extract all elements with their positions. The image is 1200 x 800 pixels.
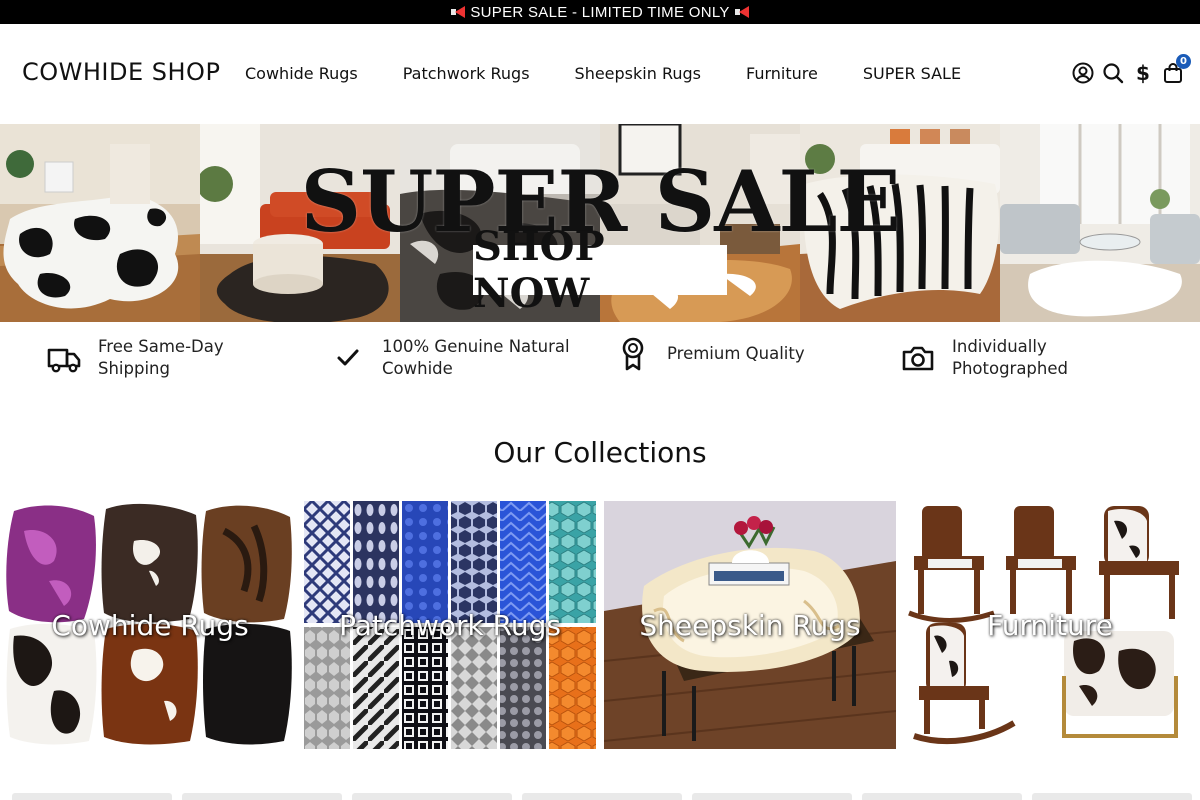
megaphone-icon [734, 5, 750, 19]
site-logo[interactable]: COWHIDE SHOP [22, 58, 220, 86]
search-icon[interactable] [1102, 62, 1124, 84]
site-header: COWHIDE SHOP Cowhide Rugs Patchwork Rugs… [0, 24, 1200, 124]
nav-cowhide-rugs[interactable]: Cowhide Rugs [245, 64, 358, 83]
collection-card-cowhide-rugs[interactable]: Cowhide Rugs [4, 501, 296, 749]
feature-photographed: Individually Photographed [900, 336, 1102, 380]
feature-genuine: 100% Genuine Natural Cowhide [330, 336, 587, 380]
collections-grid: Cowhide Rugs Patchwork Rugs Sheepskin Ru… [0, 501, 1200, 749]
account-icon[interactable] [1072, 62, 1094, 84]
collection-card-patchwork-rugs[interactable]: Patchwork Rugs [304, 501, 596, 749]
collection-label: Sheepskin Rugs [639, 609, 861, 642]
announcement-bar[interactable]: SUPER SALE - LIMITED TIME ONLY [0, 0, 1200, 24]
collections-title: Our Collections [493, 436, 707, 469]
collection-label: Patchwork Rugs [339, 609, 561, 642]
collection-label: Cowhide Rugs [51, 609, 249, 642]
collection-label: Furniture [987, 609, 1113, 642]
camera-icon [900, 340, 936, 376]
features-bar: Free Same-Day Shipping 100% Genuine Natu… [0, 322, 1200, 392]
megaphone-icon [450, 5, 466, 19]
cart-count-badge: 0 [1176, 54, 1191, 69]
nav-furniture[interactable]: Furniture [746, 64, 818, 83]
award-ribbon-icon [615, 336, 651, 372]
nav-super-sale[interactable]: SUPER SALE [863, 64, 961, 83]
shop-now-button[interactable]: SHOP NOW [473, 223, 727, 317]
main-nav: Cowhide Rugs Patchwork Rugs Sheepskin Ru… [245, 64, 1006, 83]
feature-text: Free Same-Day Shipping [98, 337, 224, 378]
feature-text: Premium Quality [667, 344, 805, 363]
check-icon [330, 340, 366, 376]
next-section-preview [0, 793, 1200, 800]
collection-card-sheepskin-rugs[interactable]: Sheepskin Rugs [604, 501, 896, 749]
currency-icon[interactable]: $ [1132, 61, 1154, 85]
nav-patchwork-rugs[interactable]: Patchwork Rugs [403, 64, 530, 83]
feature-text: Individually Photographed [952, 337, 1068, 378]
feature-text: 100% Genuine Natural Cowhide [382, 337, 570, 378]
feature-quality: Premium Quality [615, 336, 867, 372]
announcement-text: SUPER SALE - LIMITED TIME ONLY [470, 3, 730, 21]
nav-sheepskin-rugs[interactable]: Sheepskin Rugs [575, 64, 701, 83]
collection-card-furniture[interactable]: Furniture [904, 501, 1196, 749]
header-icons: $ 0 [1072, 54, 1191, 85]
feature-shipping: Free Same-Day Shipping [46, 336, 248, 380]
cart-icon[interactable]: 0 [1162, 54, 1191, 84]
truck-icon [46, 340, 82, 376]
